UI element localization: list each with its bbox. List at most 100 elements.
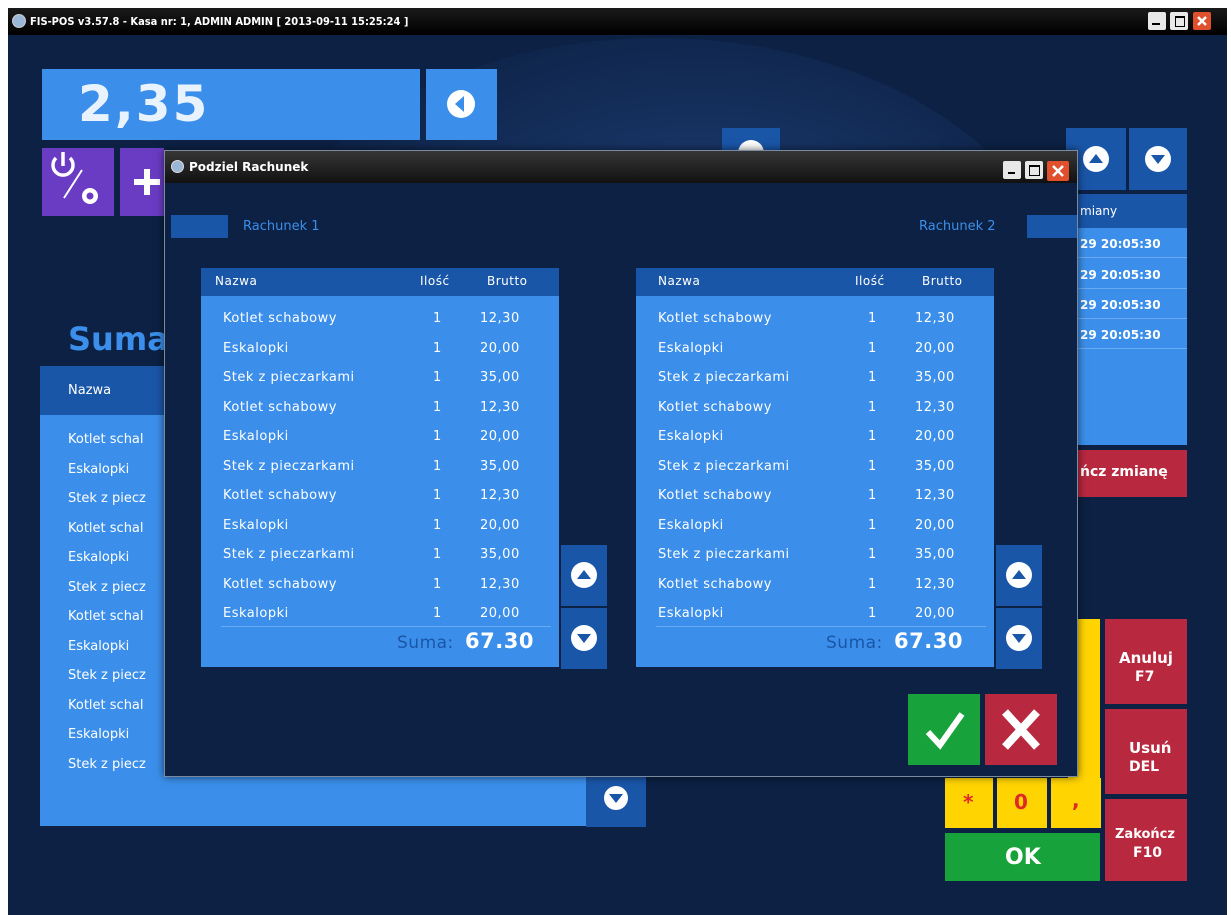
table-row[interactable]: Eskalopki 1 20,00	[636, 512, 994, 541]
table-row[interactable]: Kotlet schabowy 1 12,30	[201, 482, 559, 511]
table-row[interactable]: Eskalopki 1 20,00	[636, 600, 994, 629]
background-list-item[interactable]: Kotlet schal	[68, 609, 144, 624]
bill-item-qty: 1	[433, 488, 442, 503]
bill1-scroll-down-button[interactable]	[561, 608, 607, 669]
dialog-title: Podziel Rachunek	[189, 160, 309, 174]
bill-item-qty: 1	[433, 340, 442, 356]
app-logo-icon	[12, 14, 26, 28]
table-row[interactable]: Kotlet schabowy 1 12,30	[201, 571, 559, 600]
bill2-table: Nazwa Ilość Brutto Kotlet schabowy 1 12,30…	[636, 268, 994, 667]
background-list-item[interactable]: Eskalopki	[68, 462, 129, 477]
table-row[interactable]: Kotlet schabowy 1 12,30	[636, 571, 994, 600]
background-list-item[interactable]: Stek z piecz	[68, 668, 146, 683]
table-row[interactable]: Stek z pieczarkami 1 35,00	[201, 541, 559, 570]
dialog-maximize-button[interactable]	[1025, 161, 1043, 179]
arrow-down-icon	[571, 625, 597, 651]
app-logo-icon	[171, 160, 184, 173]
dialog-titlebar: Podziel Rachunek	[165, 151, 1077, 183]
bill-item-name: Stek z pieczarkami	[223, 370, 355, 385]
background-list-item[interactable]: Stek z piecz	[68, 580, 146, 595]
bg-scroll-down-button[interactable]	[586, 769, 646, 827]
shift-list-header: miany	[1076, 194, 1187, 228]
table-row[interactable]: Kotlet schabowy 1 12,30	[636, 394, 994, 423]
background-list-item[interactable]: Stek z piecz	[68, 757, 146, 772]
table-row[interactable]: Eskalopki 1 20,00	[201, 423, 559, 452]
close-button[interactable]	[1193, 12, 1211, 30]
bill1-indicator	[171, 215, 228, 238]
table-row[interactable]: Stek z pieczarkami 1 35,00	[636, 453, 994, 482]
bill-item-qty: 1	[433, 517, 442, 533]
dialog-close-button[interactable]	[1047, 161, 1069, 181]
bill1-sum-label: Suma:	[397, 633, 454, 653]
bill1-scroll-up-button[interactable]	[561, 545, 607, 606]
delete-label: Usuń	[1129, 739, 1172, 757]
background-list-item[interactable]: Kotlet schal	[68, 521, 144, 536]
bill-item-qty: 1	[868, 311, 877, 326]
table-row[interactable]: Kotlet schabowy 1 12,30	[201, 305, 559, 334]
keypad-comma-label: ,	[1072, 788, 1080, 812]
background-list-item[interactable]: Eskalopki	[68, 639, 129, 654]
bill-item-qty: 1	[868, 547, 877, 562]
table-row[interactable]: Kotlet schabowy 1 12,30	[636, 482, 994, 511]
dialog-minimize-button[interactable]	[1003, 161, 1021, 179]
bill2-sum-label: Suma:	[826, 633, 883, 653]
table-row[interactable]: Eskalopki 1 20,00	[636, 423, 994, 452]
ok-button[interactable]: OK	[945, 833, 1100, 881]
bill-item-gross: 12,30	[480, 311, 520, 326]
close-shift-button[interactable]: ńcz zmianę	[1076, 450, 1187, 497]
bill-item-qty: 1	[868, 399, 877, 415]
delete-button[interactable]: Usuń DEL	[1105, 709, 1187, 794]
amount-display: 2,35	[42, 69, 420, 140]
bg-scroll-button[interactable]	[722, 128, 780, 166]
shift-time[interactable]: 29 20:05:30	[1080, 237, 1161, 251]
bill-item-gross: 35,00	[915, 458, 955, 474]
settings-button[interactable]	[42, 148, 114, 216]
cancel-button[interactable]	[985, 694, 1057, 765]
table-row[interactable]: Stek z pieczarkami 1 35,00	[636, 364, 994, 393]
finish-f10-button[interactable]: Zakończ F10	[1105, 799, 1187, 881]
add-button[interactable]	[120, 148, 164, 216]
background-list-item[interactable]: Kotlet schal	[68, 698, 144, 713]
bill2-scroll-down-button[interactable]	[996, 608, 1042, 669]
back-button[interactable]	[426, 69, 497, 140]
keypad-star-key[interactable]: *	[945, 778, 993, 828]
bill-item-name: Eskalopki	[658, 429, 724, 444]
table-row[interactable]: Eskalopki 1 20,00	[636, 335, 994, 364]
keypad-zero-key[interactable]: 0	[997, 778, 1047, 828]
right-scroll-down-button[interactable]	[1129, 128, 1187, 190]
shift-time[interactable]: 29 20:05:30	[1080, 268, 1161, 282]
confirm-button[interactable]	[908, 694, 980, 765]
table-row[interactable]: Kotlet schabowy 1 12,30	[201, 394, 559, 423]
keypad-zero-label: 0	[1014, 790, 1028, 814]
table-row[interactable]: Stek z pieczarkami 1 35,00	[636, 541, 994, 570]
background-list-item[interactable]: Eskalopki	[68, 727, 129, 742]
background-table-header-name: Nazwa	[68, 383, 112, 398]
keypad-comma-key[interactable]: ,	[1051, 778, 1101, 828]
table-row[interactable]: Kotlet schabowy 1 12,30	[636, 305, 994, 334]
bill-item-qty: 1	[868, 576, 877, 592]
suma-heading: Suma	[68, 320, 169, 358]
bill-item-gross: 35,00	[480, 547, 520, 562]
table-row[interactable]: Stek z pieczarkami 1 35,00	[201, 364, 559, 393]
table-row[interactable]: Eskalopki 1 20,00	[201, 512, 559, 541]
cancel-f7-button[interactable]: Anuluj F7	[1105, 619, 1187, 704]
background-list-item[interactable]: Eskalopki	[68, 550, 129, 565]
table-row[interactable]: Eskalopki 1 20,00	[201, 335, 559, 364]
bill-item-gross: 20,00	[480, 340, 520, 356]
bill2-scroll-up-button[interactable]	[996, 545, 1042, 606]
restore-button[interactable]	[1170, 12, 1188, 30]
cancel-shortcut: F7	[1135, 669, 1155, 685]
plus-icon	[134, 169, 160, 195]
minimize-button[interactable]	[1148, 12, 1166, 30]
background-list-item[interactable]: Kotlet schal	[68, 432, 144, 447]
table-row[interactable]: Eskalopki 1 20,00	[201, 600, 559, 629]
bill-item-qty: 1	[868, 458, 877, 474]
bill-item-gross: 20,00	[915, 429, 955, 444]
close-shift-label: ńcz zmianę	[1080, 464, 1168, 480]
shift-time[interactable]: 29 20:05:30	[1080, 298, 1161, 312]
bill-item-gross: 12,30	[915, 399, 955, 415]
shift-time[interactable]: 29 20:05:30	[1080, 328, 1161, 342]
bill-item-name: Eskalopki	[658, 517, 724, 533]
background-list-item[interactable]: Stek z piecz	[68, 491, 146, 506]
table-row[interactable]: Stek z pieczarkami 1 35,00	[201, 453, 559, 482]
